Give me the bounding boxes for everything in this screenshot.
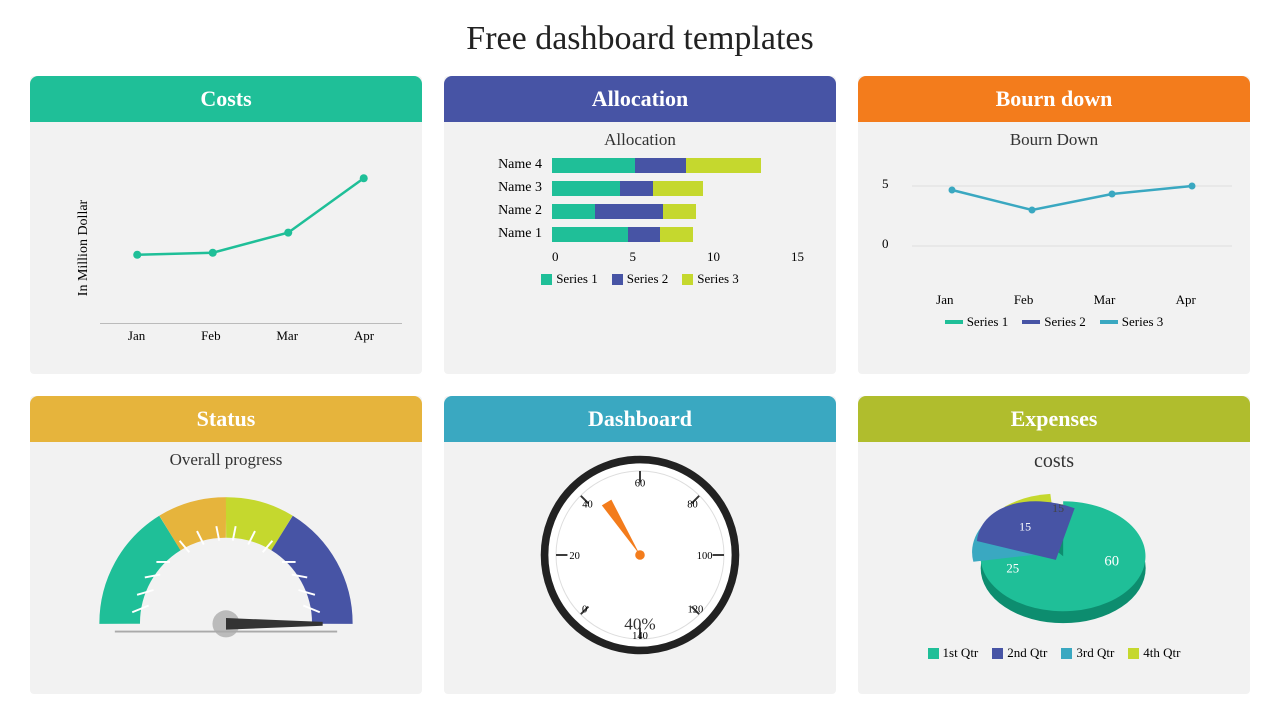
- bourn-xlabel: Jan: [936, 292, 953, 308]
- dial-tick: 40: [582, 499, 593, 510]
- legend-label: Series 2: [627, 271, 669, 287]
- card-bourn-down: Bourn down Bourn Down 5 0 Jan Feb: [858, 76, 1250, 374]
- legend-label: Series 1: [556, 271, 598, 287]
- dial-tick: 0: [582, 604, 587, 615]
- dial-tick: 100: [697, 551, 713, 562]
- costs-xlabel: Apr: [354, 328, 374, 344]
- allocation-title: Allocation: [456, 130, 824, 150]
- pie-slice-label: 25: [1006, 562, 1019, 576]
- allocation-chart: Allocation Name 4 Name 3: [444, 122, 836, 374]
- bourn-xlabel: Apr: [1176, 292, 1196, 308]
- card-allocation-header: Allocation: [444, 76, 836, 122]
- gauge-icon: [81, 476, 371, 646]
- allocation-xtick: 15: [791, 249, 804, 265]
- card-allocation: Allocation Allocation Name 4 Name 3: [444, 76, 836, 374]
- legend-label: 3rd Qtr: [1076, 645, 1114, 661]
- card-expenses-header: Expenses: [858, 396, 1250, 442]
- card-dashboard-header: Dashboard: [444, 396, 836, 442]
- pie-icon: 60 25 15 15: [944, 479, 1164, 639]
- dial-icon: 60 80 100 120 0 20 40 140 40%: [535, 450, 745, 660]
- costs-xlabel: Mar: [276, 328, 298, 344]
- bourn-chart: Bourn Down 5 0 Jan Feb Mar Apr: [858, 122, 1250, 374]
- bourn-ytick: 0: [882, 236, 889, 252]
- dashboard-grid: Costs In Million Dollar J: [30, 76, 1250, 694]
- costs-chart: In Million Dollar Jan Feb: [30, 122, 422, 374]
- pie-slice-label: 15: [1019, 520, 1031, 534]
- allocation-xtick: 0: [552, 249, 559, 265]
- costs-xlabel: Jan: [128, 328, 145, 344]
- legend-label: 1st Qtr: [943, 645, 979, 661]
- allocation-row-label: Name 2: [480, 203, 542, 219]
- card-dashboard: Dashboard 60 80 100 120: [444, 396, 836, 694]
- card-costs-header: Costs: [30, 76, 422, 122]
- allocation-row-label: Name 4: [480, 157, 542, 173]
- costs-xlabel: Feb: [201, 328, 221, 344]
- card-expenses: Expenses costs 60 25 15 15 1st Qtr 2nd Q…: [858, 396, 1250, 694]
- expenses-title: costs: [1034, 450, 1074, 473]
- card-status-header: Status: [30, 396, 422, 442]
- legend-label: 4th Qtr: [1143, 645, 1180, 661]
- status-gauge: Overall progress: [30, 442, 422, 694]
- dashboard-dial: 60 80 100 120 0 20 40 140 40%: [444, 442, 836, 694]
- dial-tick: 60: [635, 478, 646, 489]
- dial-value: 40%: [624, 614, 655, 633]
- allocation-xtick: 5: [630, 249, 637, 265]
- bourn-title: Bourn Down: [870, 130, 1238, 150]
- expenses-pie: costs 60 25 15 15 1st Qtr 2nd Qtr 3rd Qt…: [858, 442, 1250, 694]
- bourn-ytick: 5: [882, 176, 889, 192]
- allocation-row-label: Name 1: [480, 226, 542, 242]
- card-costs: Costs In Million Dollar J: [30, 76, 422, 374]
- legend-label: Series 3: [697, 271, 739, 287]
- legend-label: 2nd Qtr: [1007, 645, 1047, 661]
- dial-tick: 120: [687, 604, 703, 615]
- costs-ylabel: In Million Dollar: [76, 200, 92, 296]
- status-title: Overall progress: [170, 450, 283, 470]
- page-title: Free dashboard templates: [30, 20, 1250, 58]
- dial-tick: 80: [687, 499, 698, 510]
- dial-tick: 20: [569, 551, 580, 562]
- legend-label: Series 1: [967, 314, 1009, 330]
- card-bourn-header: Bourn down: [858, 76, 1250, 122]
- pie-slice-label: 15: [1052, 501, 1064, 515]
- legend-label: Series 3: [1122, 314, 1164, 330]
- card-status: Status Overall progress: [30, 396, 422, 694]
- bourn-xlabel: Feb: [1014, 292, 1034, 308]
- legend-label: Series 2: [1044, 314, 1086, 330]
- allocation-xtick: 10: [707, 249, 720, 265]
- pie-slice-label: 60: [1104, 553, 1119, 569]
- bourn-xlabel: Mar: [1094, 292, 1116, 308]
- allocation-row-label: Name 3: [480, 180, 542, 196]
